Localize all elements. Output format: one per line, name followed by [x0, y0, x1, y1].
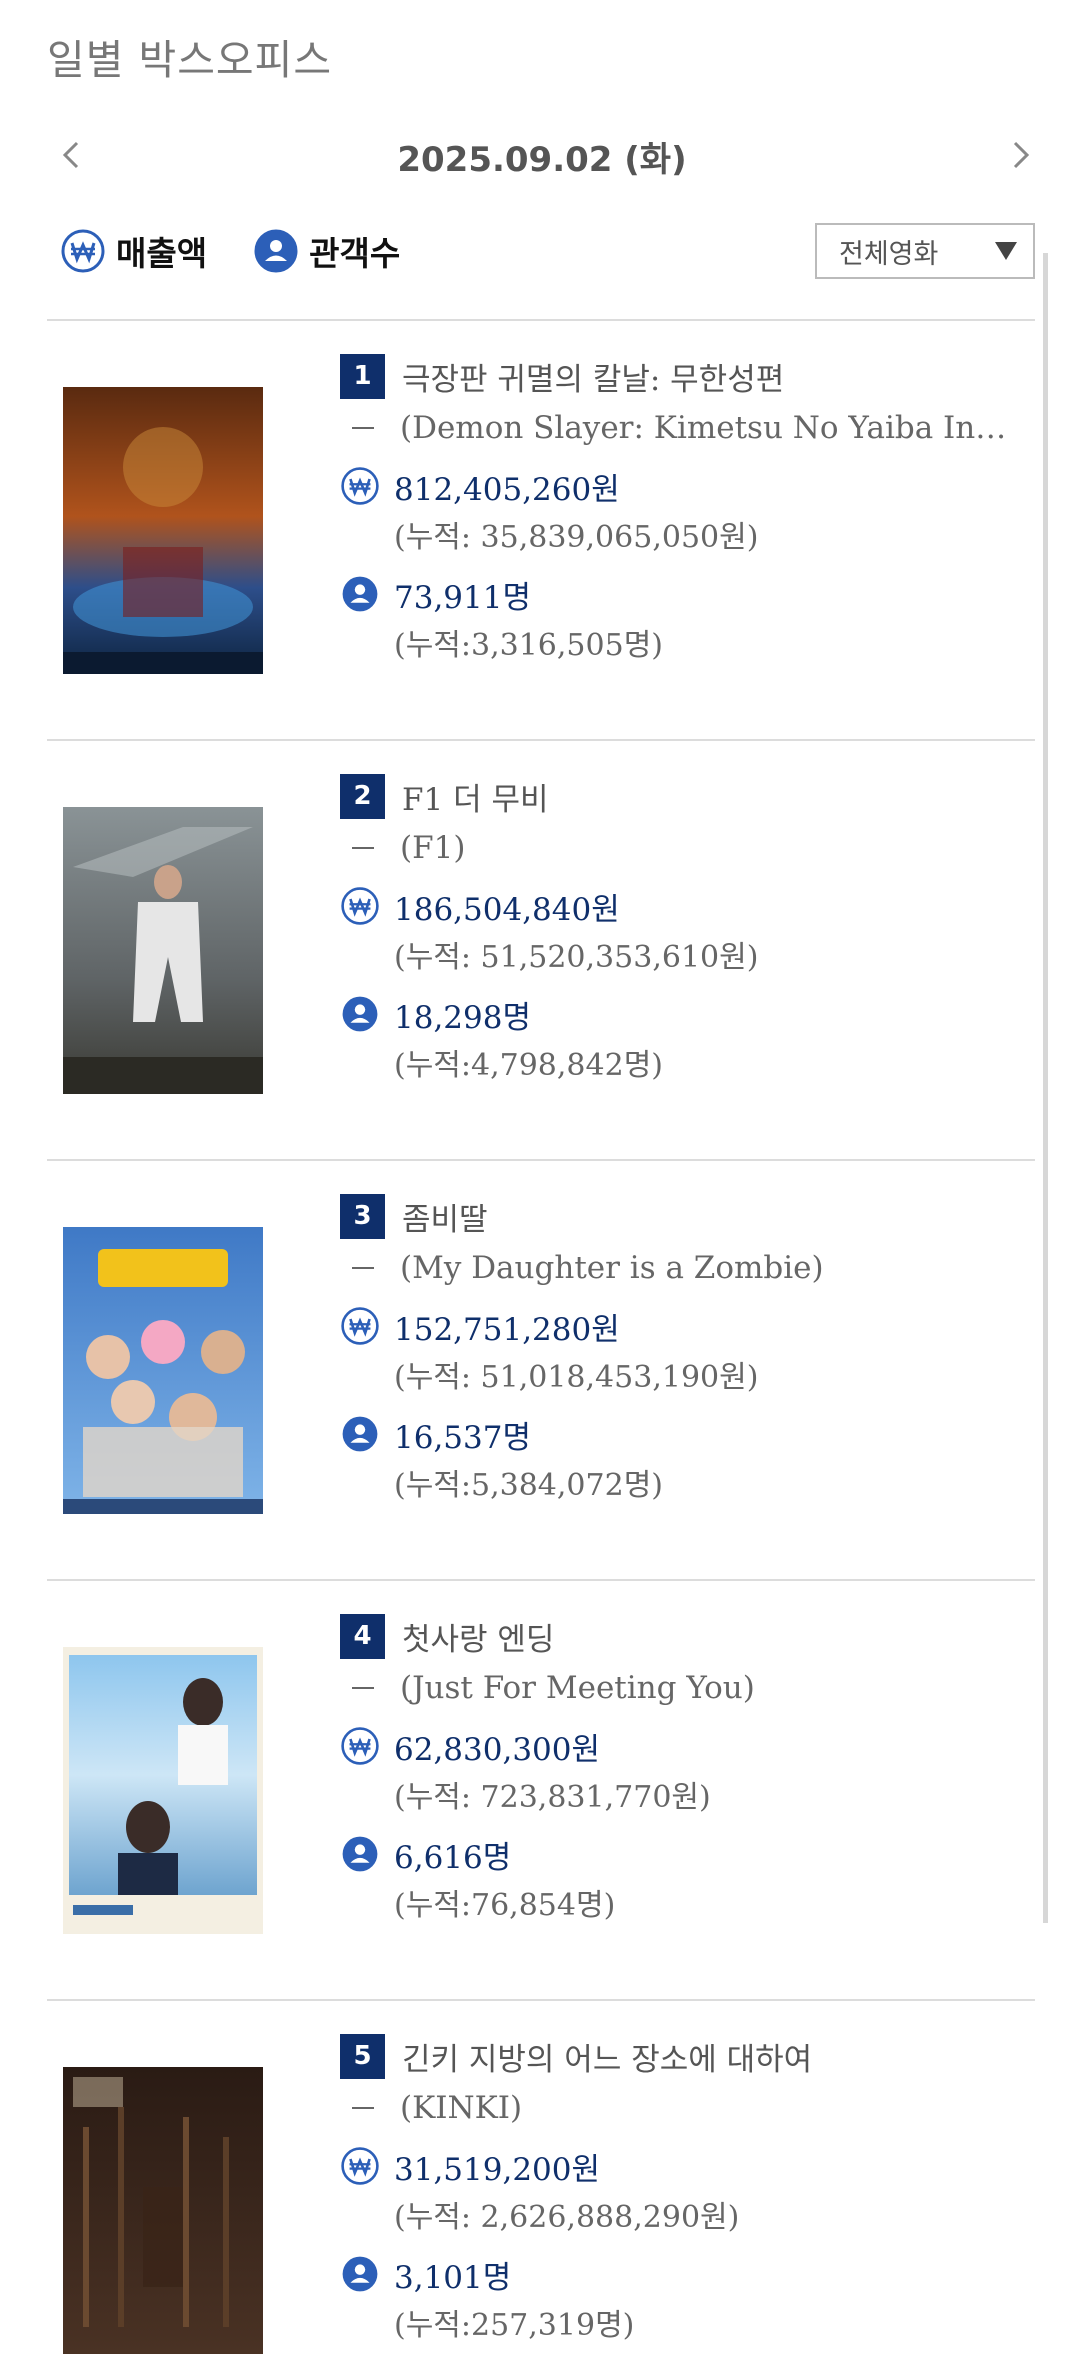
- daily-audience: 6,616명: [394, 1839, 512, 1876]
- list-item[interactable]: 4 첫사랑 엔딩 (Just For Meeting You) 62,830,3…: [47, 1579, 1035, 1999]
- cumulative-audience: (누적:76,854명): [394, 1888, 616, 1923]
- original-title: (Demon Slayer: Kimetsu No Yaiba Infinity…: [400, 410, 1010, 446]
- rank-badge: 5: [340, 2033, 385, 2079]
- movie-poster[interactable]: [63, 807, 263, 1094]
- movie-poster[interactable]: [63, 1227, 263, 1514]
- movie-info: 3 좀비딸 (My Daughter is a Zombie) 152,751,…: [340, 1191, 1030, 1511]
- chevron-right-icon[interactable]: [1003, 138, 1037, 172]
- daily-sales: 186,504,840원: [394, 891, 620, 928]
- dropdown-caret-icon: [995, 242, 1017, 260]
- person-icon: [342, 576, 378, 612]
- rank-change-dash: [352, 427, 374, 429]
- cumulative-sales: (누적: 51,520,353,610원): [394, 940, 759, 975]
- rank-badge: 3: [340, 1193, 385, 1239]
- cumulative-sales: (누적: 2,626,888,290원): [394, 2200, 740, 2235]
- movie-title[interactable]: 극장판 귀멸의 칼날: 무한성편: [402, 354, 784, 399]
- movie-poster[interactable]: [63, 2067, 263, 2354]
- movie-poster[interactable]: [63, 387, 263, 674]
- movie-filter-select[interactable]: 전체영화: [815, 223, 1035, 279]
- movie-title[interactable]: 첫사랑 엔딩: [402, 1614, 554, 1659]
- daily-sales: 62,830,300원: [394, 1731, 601, 1768]
- audience-toggle[interactable]: 관객수: [253, 227, 400, 275]
- sales-toggle-label: 매출액: [116, 234, 208, 273]
- page-title: 일별 박스오피스: [47, 36, 333, 84]
- daily-sales: 31,519,200원: [394, 2151, 601, 2188]
- movie-poster[interactable]: [63, 1647, 263, 1934]
- won-icon: [341, 2147, 379, 2185]
- audience-toggle-label: 관객수: [309, 234, 401, 273]
- won-icon: [341, 467, 379, 505]
- movie-title[interactable]: 좀비딸: [402, 1194, 488, 1239]
- movie-title[interactable]: F1 더 무비: [402, 774, 549, 819]
- daily-audience: 18,298명: [394, 999, 531, 1036]
- rank-badge: 1: [340, 353, 385, 399]
- movie-filter-value: 전체영화: [839, 238, 939, 270]
- list-item[interactable]: 2 F1 더 무비 (F1) 186,504,840원 (누적: 51,520,…: [47, 739, 1035, 1159]
- boxoffice-list: 1 극장판 귀멸의 칼날: 무한성편 (Demon Slayer: Kimets…: [47, 319, 1035, 2368]
- list-item[interactable]: 1 극장판 귀멸의 칼날: 무한성편 (Demon Slayer: Kimets…: [47, 319, 1035, 739]
- list-item[interactable]: 5 긴키 지방의 어느 장소에 대하여 (KINKI) 31,519,200원 …: [47, 1999, 1035, 2368]
- rank-change-dash: [352, 1267, 374, 1269]
- list-item[interactable]: 3 좀비딸 (My Daughter is a Zombie) 152,751,…: [47, 1159, 1035, 1579]
- metric-toggles: 매출액 관객수: [60, 226, 446, 276]
- won-icon: [61, 229, 105, 273]
- current-date: 2025.09.02 (화): [397, 140, 687, 180]
- movie-info: 2 F1 더 무비 (F1) 186,504,840원 (누적: 51,520,…: [340, 771, 1030, 1091]
- daily-audience: 73,911명: [394, 579, 531, 616]
- date-navigator: 2025.09.02 (화): [47, 130, 1037, 180]
- cumulative-audience: (누적:5,384,072명): [394, 1468, 663, 1503]
- scrollbar[interactable]: [1043, 253, 1048, 1923]
- rank-change-dash: [352, 2107, 374, 2109]
- movie-title[interactable]: 긴키 지방의 어느 장소에 대하여: [402, 2034, 812, 2079]
- won-icon: [341, 1307, 379, 1345]
- original-title: (My Daughter is a Zombie): [400, 1250, 824, 1286]
- cumulative-sales: (누적: 51,018,453,190원): [394, 1360, 759, 1395]
- rank-badge: 4: [340, 1613, 385, 1659]
- person-icon: [342, 996, 378, 1032]
- person-icon: [254, 229, 298, 273]
- cumulative-audience: (누적:257,319명): [394, 2308, 635, 2343]
- person-icon: [342, 1836, 378, 1872]
- cumulative-sales: (누적: 723,831,770원): [394, 1780, 711, 1815]
- movie-info: 1 극장판 귀멸의 칼날: 무한성편 (Demon Slayer: Kimets…: [340, 351, 1030, 671]
- rank-change-dash: [352, 1687, 374, 1689]
- daily-sales: 152,751,280원: [394, 1311, 620, 1348]
- cumulative-audience: (누적:3,316,505명): [394, 628, 663, 663]
- original-title: (KINKI): [400, 2090, 523, 2126]
- movie-info: 4 첫사랑 엔딩 (Just For Meeting You) 62,830,3…: [340, 1611, 1030, 1931]
- daily-sales: 812,405,260원: [394, 471, 620, 508]
- daily-audience: 3,101명: [394, 2259, 512, 2296]
- original-title: (F1): [400, 830, 466, 866]
- daily-audience: 16,537명: [394, 1419, 531, 1456]
- won-icon: [341, 1727, 379, 1765]
- original-title: (Just For Meeting You): [400, 1670, 755, 1706]
- cumulative-audience: (누적:4,798,842명): [394, 1048, 663, 1083]
- cumulative-sales: (누적: 35,839,065,050원): [394, 520, 759, 555]
- person-icon: [342, 2256, 378, 2292]
- won-icon: [341, 887, 379, 925]
- person-icon: [342, 1416, 378, 1452]
- movie-info: 5 긴키 지방의 어느 장소에 대하여 (KINKI) 31,519,200원 …: [340, 2031, 1030, 2351]
- sales-toggle[interactable]: 매출액: [60, 227, 207, 275]
- rank-badge: 2: [340, 773, 385, 819]
- rank-change-dash: [352, 847, 374, 849]
